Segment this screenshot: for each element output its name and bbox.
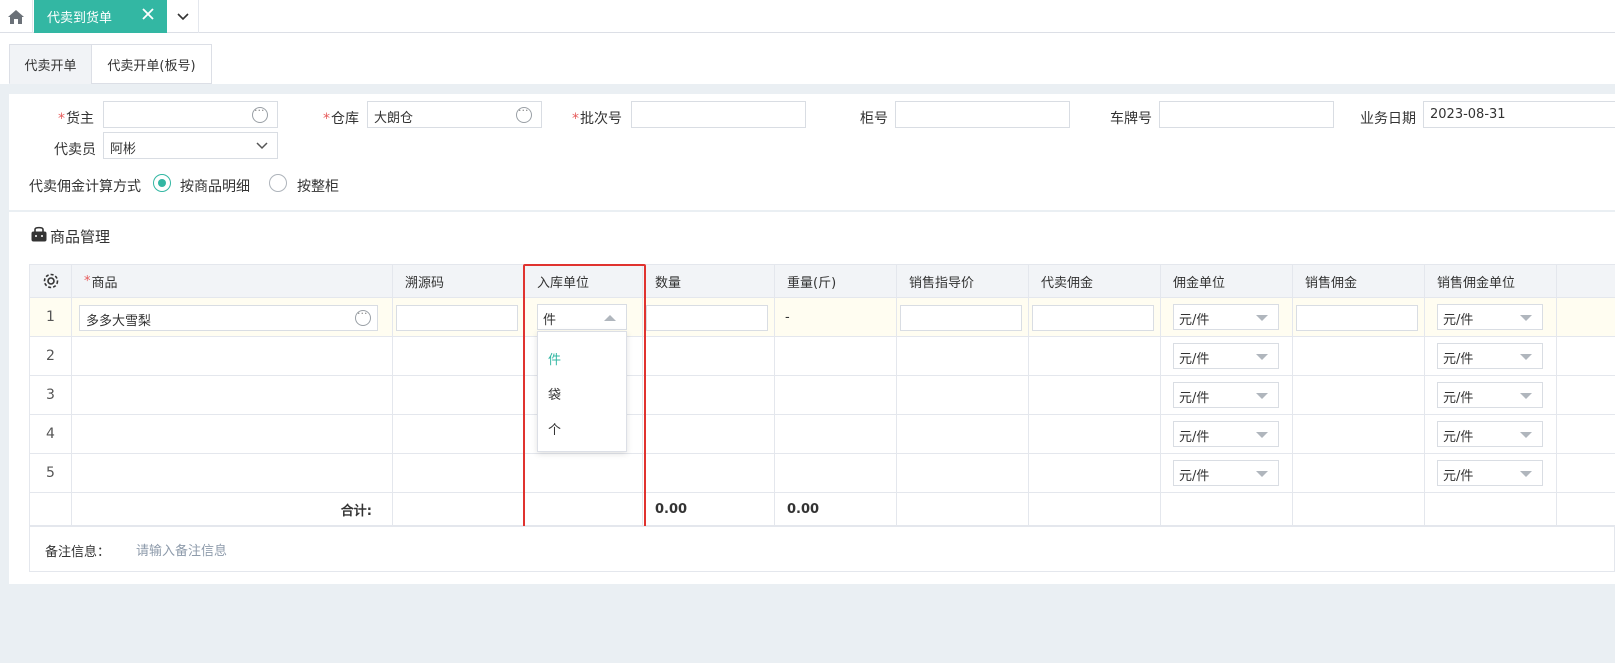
radio-by-cabinet[interactable]: [269, 174, 287, 192]
row-number: 4: [30, 415, 72, 453]
tab-consignment-order-board[interactable]: 代卖开单(板号): [91, 44, 212, 84]
table-header: * 商品 溯源码 入库单位 数量 重量(斤) 销售指导价 代卖佣金 佣金单位 销售…: [29, 264, 1615, 298]
total-label: 合计:: [72, 493, 393, 525]
total-quantity: 0.00: [643, 493, 775, 525]
warehouse-field[interactable]: 大朗仓: [367, 101, 542, 128]
commission-unit-select[interactable]: 元/件: [1173, 343, 1279, 369]
radio-by-product[interactable]: [153, 174, 171, 192]
column-settings[interactable]: [30, 265, 72, 297]
more-options-icon[interactable]: [252, 104, 268, 123]
remark-input[interactable]: 请输入备注信息: [136, 540, 227, 559]
batch-label: *批次号: [572, 111, 622, 127]
highlight-annotation: [523, 264, 646, 538]
row-number: 3: [30, 376, 72, 414]
shopping-bag-icon: [31, 226, 47, 242]
plate-field[interactable]: [1159, 101, 1334, 128]
caret-down-icon: [1520, 315, 1532, 321]
sales-commission-unit-select[interactable]: 元/件: [1437, 304, 1543, 330]
more-options-icon[interactable]: [516, 104, 532, 123]
sales-commission-input[interactable]: [1296, 305, 1418, 331]
caret-down-icon: [1256, 315, 1268, 321]
row-number: 2: [30, 337, 72, 375]
trace-code-input[interactable]: [396, 305, 518, 331]
gear-icon: [43, 273, 58, 289]
column-header-sales-commission: 销售佣金: [1293, 265, 1425, 297]
agent-label: 代卖员: [54, 142, 96, 158]
product-field[interactable]: 多多大雪梨: [79, 305, 378, 331]
cabinet-field[interactable]: [895, 101, 1070, 128]
total-weight: 0.00: [775, 493, 897, 525]
home-icon: [8, 9, 24, 24]
column-header-product: * 商品: [72, 265, 393, 297]
column-header-quantity: 数量: [643, 265, 775, 297]
table-row[interactable]: 3 元/件 元/件: [29, 376, 1615, 415]
table-total-row: 合计: 0.00 0.00: [29, 493, 1615, 526]
tab-more-button[interactable]: [167, 0, 199, 33]
quantity-input[interactable]: [646, 305, 768, 331]
column-header-weight: 重量(斤): [775, 265, 897, 297]
owner-field[interactable]: [103, 101, 278, 128]
close-icon[interactable]: [141, 7, 155, 25]
caret-down-icon: [1520, 354, 1532, 360]
caret-down-icon: [1256, 471, 1268, 477]
section-title: 商品管理: [50, 228, 111, 246]
commission-unit-select[interactable]: 元/件: [1173, 460, 1279, 486]
table-row[interactable]: 5 元/件 元/件: [29, 454, 1615, 493]
chevron-down-icon: [176, 12, 189, 20]
agent-select[interactable]: 阿彬: [103, 132, 278, 159]
radio-by-product-label: 按商品明细: [180, 179, 250, 195]
owner-label: *货主: [58, 111, 94, 127]
commission-method-label: 代卖佣金计算方式: [29, 179, 141, 195]
caret-down-icon: [1256, 393, 1268, 399]
home-button[interactable]: [0, 0, 33, 33]
column-header-trace-code: 溯源码: [393, 265, 525, 297]
cabinet-label: 柜号: [860, 111, 888, 127]
commission-unit-select[interactable]: 元/件: [1173, 304, 1279, 330]
caret-down-icon: [1256, 432, 1268, 438]
more-options-icon[interactable]: [355, 307, 371, 326]
plate-label: 车牌号: [1110, 111, 1152, 127]
commission-unit-select[interactable]: 元/件: [1173, 382, 1279, 408]
weight-value: -: [775, 298, 897, 336]
radio-by-cabinet-label: 按整柜: [297, 179, 339, 195]
column-header-guide-price: 销售指导价: [897, 265, 1029, 297]
row-number: 5: [30, 454, 72, 492]
table-row[interactable]: 1 多多大雪梨 件 - 元/件: [29, 298, 1615, 337]
tab-consignment-order[interactable]: 代卖开单: [9, 44, 92, 84]
remark-label: 备注信息：: [45, 545, 111, 560]
row-number: 1: [30, 298, 72, 336]
caret-down-icon: [1520, 432, 1532, 438]
subtab-bar: 代卖开单 代卖开单(板号): [0, 33, 1615, 84]
date-label: 业务日期: [1360, 111, 1416, 127]
column-header-commission: 代卖佣金: [1029, 265, 1161, 297]
commission-unit-select[interactable]: 元/件: [1173, 421, 1279, 447]
column-header-commission-unit: 佣金单位: [1161, 265, 1293, 297]
sales-commission-unit-select[interactable]: 元/件: [1437, 421, 1543, 447]
chevron-down-icon: [256, 142, 268, 150]
caret-down-icon: [1520, 393, 1532, 399]
sales-commission-unit-select[interactable]: 元/件: [1437, 460, 1543, 486]
top-tab-bar: 代卖到货单: [0, 0, 1615, 33]
sales-commission-unit-select[interactable]: 元/件: [1437, 343, 1543, 369]
tab-label: 代卖到货单: [47, 11, 113, 26]
warehouse-label: *仓库: [323, 111, 359, 127]
column-header-sales-commission-unit: 销售佣金单位: [1425, 265, 1557, 297]
caret-down-icon: [1256, 354, 1268, 360]
table-row[interactable]: 4 元/件 元/件: [29, 415, 1615, 454]
tab-consignment-arrival[interactable]: 代卖到货单: [34, 0, 167, 33]
guide-price-input[interactable]: [900, 305, 1022, 331]
table-row[interactable]: 2 元/件 元/件: [29, 337, 1615, 376]
remark-row: 备注信息： 请输入备注信息: [29, 526, 1615, 572]
sales-commission-unit-select[interactable]: 元/件: [1437, 382, 1543, 408]
commission-input[interactable]: [1032, 305, 1154, 331]
date-field[interactable]: 2023-08-31: [1423, 101, 1615, 128]
caret-down-icon: [1520, 471, 1532, 477]
batch-field[interactable]: [631, 101, 806, 128]
